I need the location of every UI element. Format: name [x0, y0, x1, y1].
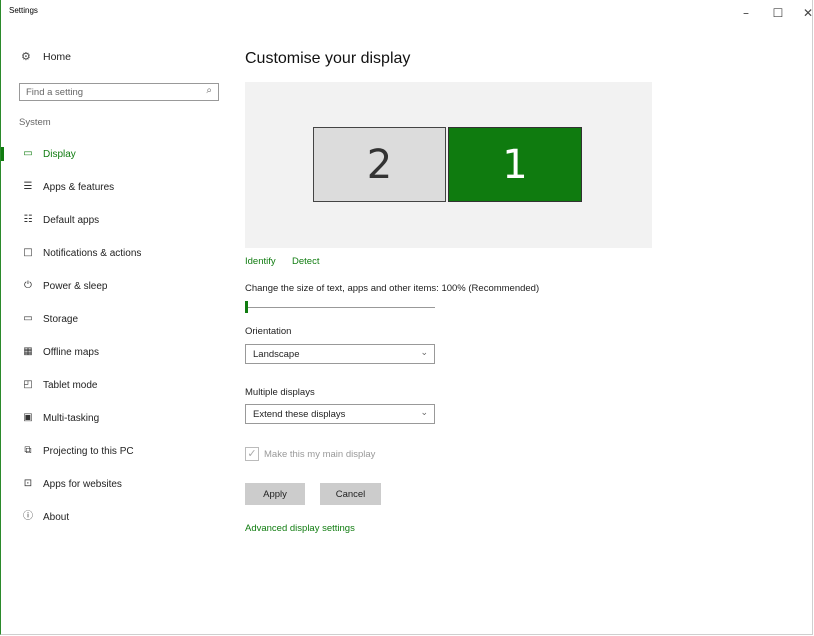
maximize-button[interactable]: ☐ — [768, 4, 788, 22]
cancel-button[interactable]: Cancel — [320, 483, 381, 505]
sidebar-item-default-apps[interactable]: ☷ Default apps — [1, 206, 227, 234]
sidebar-item-label: Multi-tasking — [43, 413, 100, 424]
sidebar-item-label: About — [43, 512, 70, 523]
page-title: Customise your display — [245, 50, 411, 67]
chevron-down-icon: ⌄ — [420, 348, 428, 358]
minimize-button[interactable]: – — [736, 4, 756, 22]
sidebar-item-storage[interactable]: ▭ Storage — [1, 305, 227, 333]
gear-icon: ⚙ — [21, 50, 31, 63]
orientation-label: Orientation — [245, 326, 292, 337]
sidebar-item-label: Apps & features — [43, 182, 115, 193]
monitor-2-tile[interactable]: 2 — [313, 127, 446, 202]
close-button[interactable]: ✕ — [798, 4, 814, 22]
sidebar-item-tablet-mode[interactable]: ◰ Tablet mode — [1, 371, 227, 399]
advanced-display-settings-link[interactable]: Advanced display settings — [245, 523, 355, 534]
sidebar-item-label: Apps for websites — [43, 479, 122, 490]
monitor-1-tile[interactable]: 1 — [448, 127, 582, 202]
active-indicator — [1, 147, 4, 161]
multitasking-icon: ▣ — [23, 412, 33, 423]
sidebar-item-about[interactable]: ⓘ About — [1, 503, 227, 531]
sidebar-item-notifications[interactable]: □ Notifications & actions — [1, 239, 227, 267]
sidebar-item-label: Tablet mode — [43, 380, 98, 391]
storage-icon: ▭ — [23, 313, 33, 324]
scale-slider-track[interactable] — [245, 307, 435, 308]
multiple-displays-dropdown[interactable]: Extend these displays ⌄ — [245, 404, 435, 424]
sidebar-item-power-sleep[interactable]: ⏻ Power & sleep — [1, 272, 227, 300]
main-display-checkbox[interactable]: ✓ — [245, 447, 259, 461]
apps-features-icon: ☰ — [23, 181, 33, 192]
monitor-number: 1 — [502, 142, 528, 188]
sidebar-item-label: Offline maps — [43, 347, 99, 358]
apps-websites-icon: ⊡ — [23, 478, 33, 489]
map-icon: ▦ — [23, 346, 33, 357]
display-arrangement-preview: 2 1 — [245, 82, 652, 248]
info-icon: ⓘ — [23, 511, 33, 522]
monitor-number: 2 — [366, 142, 393, 188]
sidebar-item-apps-websites[interactable]: ⊡ Apps for websites — [1, 470, 227, 498]
search-placeholder: Find a setting — [26, 87, 84, 98]
sidebar-item-display[interactable]: ▭ Display — [1, 140, 227, 168]
home-label: Home — [43, 51, 72, 63]
sidebar-item-offline-maps[interactable]: ▦ Offline maps — [1, 338, 227, 366]
orientation-dropdown[interactable]: Landscape ⌄ — [245, 344, 435, 364]
sidebar-item-apps-features[interactable]: ☰ Apps & features — [1, 173, 227, 201]
tablet-icon: ◰ — [23, 379, 33, 390]
apply-button[interactable]: Apply — [245, 483, 305, 505]
notifications-icon: □ — [23, 247, 33, 258]
sidebar-item-projecting[interactable]: ⧉ Projecting to this PC — [1, 437, 227, 465]
orientation-value: Landscape — [253, 349, 300, 360]
window-title: Settings — [9, 6, 38, 15]
sidebar-item-label: Notifications & actions — [43, 248, 142, 259]
display-icon: ▭ — [23, 148, 33, 159]
sidebar-item-label: Default apps — [43, 215, 100, 226]
sidebar-item-label: Storage — [43, 314, 79, 325]
power-icon: ⏻ — [24, 280, 32, 291]
title-bar: Settings – ☐ ✕ — [1, 0, 814, 28]
multiple-displays-value: Extend these displays — [253, 409, 346, 420]
search-input[interactable]: Find a setting ⌕ — [19, 83, 219, 101]
default-apps-icon: ☷ — [23, 214, 33, 225]
section-label: System — [19, 117, 51, 128]
chevron-down-icon: ⌄ — [420, 408, 428, 418]
settings-window: Settings – ☐ ✕ ⚙ Home Find a setting ⌕ S… — [0, 0, 813, 635]
detect-link[interactable]: Detect — [292, 256, 319, 267]
scale-slider-thumb[interactable] — [245, 301, 248, 313]
sidebar-item-label: Power & sleep — [43, 281, 108, 292]
sidebar-item-label: Display — [43, 149, 76, 160]
checkmark-icon: ✓ — [247, 447, 257, 460]
projecting-icon: ⧉ — [24, 445, 32, 456]
scale-label: Change the size of text, apps and other … — [245, 283, 540, 294]
multiple-displays-label: Multiple displays — [245, 387, 315, 398]
identify-link[interactable]: Identify — [245, 256, 276, 267]
sidebar-item-multitasking[interactable]: ▣ Multi-tasking — [1, 404, 227, 432]
search-icon[interactable]: ⌕ — [206, 85, 212, 96]
sidebar-item-label: Projecting to this PC — [43, 446, 134, 457]
main-display-label: Make this my main display — [264, 449, 376, 460]
